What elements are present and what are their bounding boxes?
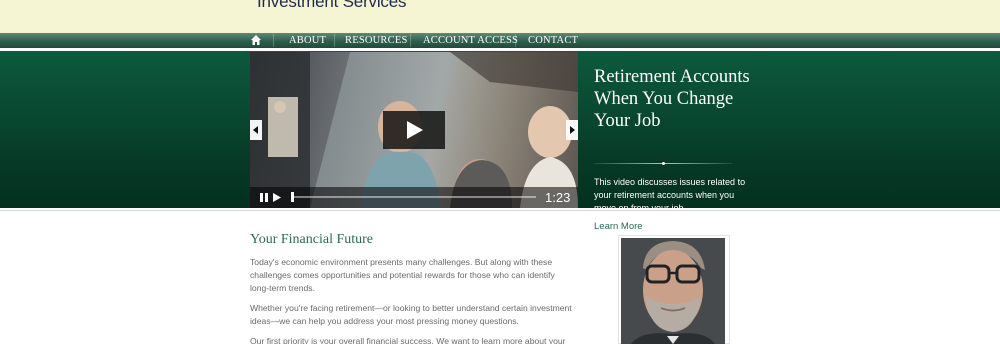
prev-arrow-icon [253, 126, 258, 134]
next-arrow-button[interactable] [566, 120, 578, 140]
play-large-button[interactable] [383, 111, 445, 149]
nav-item-resources[interactable]: RESOURCES [345, 33, 407, 48]
paragraph: Whether you're facing retirement—or look… [250, 303, 572, 326]
prev-arrow-button[interactable] [250, 120, 262, 140]
paragraph: Today's economic environment presents ma… [250, 257, 555, 293]
nav-separator [515, 34, 516, 47]
learn-more-link[interactable]: Learn More [594, 221, 643, 232]
nav-item-account-access[interactable]: ACCOUNT ACCESS [423, 33, 518, 48]
nav-separator [334, 34, 335, 47]
hero-divider-dot [662, 162, 665, 165]
advisor-portrait [621, 238, 725, 344]
paragraph: Our first priority is your overall finan… [250, 336, 566, 344]
advisor-photo [621, 238, 725, 344]
header-band: Investment Services [0, 0, 1000, 33]
play-icon[interactable] [272, 191, 282, 204]
nav-separator [273, 34, 274, 47]
next-arrow-icon [570, 126, 575, 134]
section-title: Your Financial Future [250, 232, 374, 247]
video-time: 1:23 [545, 190, 571, 205]
video-progress-bar[interactable] [291, 196, 536, 198]
hero-bottom-border [0, 208, 1000, 211]
video-progress-handle[interactable] [291, 192, 294, 202]
pause-icon[interactable] [259, 191, 269, 204]
hero-title: Retirement Accounts When You Change Your… [594, 67, 750, 131]
nav-item-contact[interactable]: CONTACT [528, 33, 578, 48]
brand-name[interactable]: Investment Services [257, 0, 406, 12]
play-large-icon [407, 121, 423, 139]
nav-item-about[interactable]: ABOUT [289, 33, 326, 48]
hero-description: This video discusses issues related to y… [594, 177, 746, 208]
home-icon[interactable] [250, 34, 262, 46]
nav-separator [410, 34, 411, 47]
